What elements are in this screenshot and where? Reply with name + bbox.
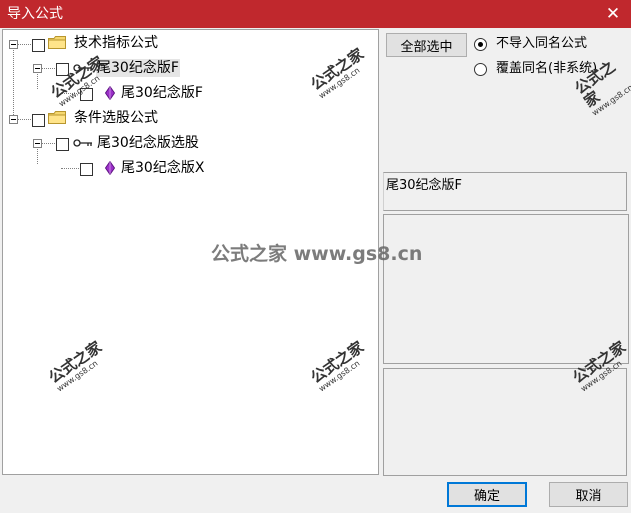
center-watermark: 公式之家 www.gs8.cn <box>211 243 423 265</box>
radio-overwrite[interactable] <box>474 63 487 76</box>
tree-node-label[interactable]: 尾30纪念版X <box>120 159 205 177</box>
tree-collapse-toggle[interactable] <box>33 64 42 73</box>
tree-checkbox[interactable] <box>32 114 45 127</box>
tree-collapse-toggle[interactable] <box>9 115 18 124</box>
tree-collapse-toggle[interactable] <box>33 139 42 148</box>
formula-name-box: 尾30纪念版F <box>383 172 627 211</box>
import-formula-dialog: 导入公式 ✕ 技术指标公式 尾30纪念版F 尾30纪念版F 条件选股公式 尾30… <box>0 0 631 513</box>
tree-node-label[interactable]: 技术指标公式 <box>73 34 159 52</box>
key-icon <box>73 139 92 147</box>
tree-node-label[interactable]: 条件选股公式 <box>73 109 159 127</box>
folder-icon <box>48 111 66 124</box>
ok-button[interactable]: 确定 <box>447 482 527 507</box>
gem-icon <box>105 86 115 100</box>
radio-skip-duplicates[interactable] <box>474 38 487 51</box>
window-title: 导入公式 <box>7 6 63 22</box>
tree-node-label[interactable]: 尾30纪念版选股 <box>96 134 200 152</box>
title-bar: 导入公式 ✕ <box>0 0 631 28</box>
select-all-button[interactable]: 全部选中 <box>386 33 467 57</box>
tree-line <box>61 168 79 169</box>
formula-name: 尾30纪念版F <box>386 178 463 193</box>
tree-checkbox[interactable] <box>80 163 93 176</box>
cancel-button[interactable]: 取消 <box>549 482 628 507</box>
tree-collapse-toggle[interactable] <box>9 40 18 49</box>
close-icon[interactable]: ✕ <box>595 0 631 28</box>
tree-checkbox[interactable] <box>32 39 45 52</box>
folder-icon <box>48 36 66 49</box>
radio-skip-duplicates-label[interactable]: 不导入同名公式 <box>496 36 587 52</box>
tree-line <box>13 44 14 119</box>
formula-description-panel <box>383 214 629 364</box>
tree-checkbox[interactable] <box>56 138 69 151</box>
gem-icon <box>105 161 115 175</box>
tree-node-label[interactable]: 尾30纪念版F <box>120 84 204 102</box>
